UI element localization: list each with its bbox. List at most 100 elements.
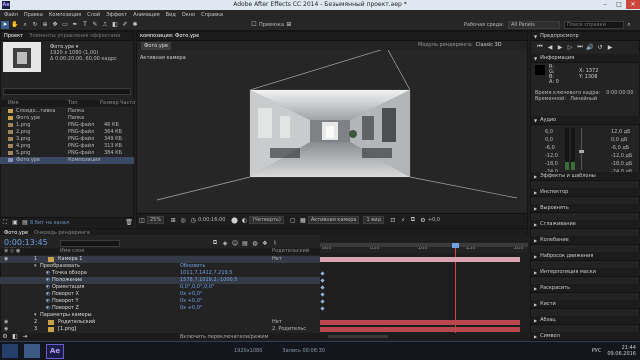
taskbar-item-record[interactable]: Запись 00:08:30 [282, 348, 325, 354]
menu-help[interactable]: Справка [201, 12, 223, 18]
timeline-layer-row[interactable]: ▾ Преобразовать Обновить [0, 263, 320, 270]
tab-project[interactable]: Проект [4, 33, 23, 39]
property-value[interactable]: 1011,7,1412,7,219,5 [180, 270, 232, 276]
safe-zones-icon[interactable]: ⊞ [169, 216, 177, 224]
panel-section[interactable]: ▶ Кисти [531, 300, 640, 309]
property-value[interactable]: 0x +0,0° [180, 298, 202, 304]
project-item[interactable]: 2.png PNG-файл 364 КБ [0, 129, 134, 136]
timeline-timecode[interactable]: 0:00:13:45 [4, 238, 48, 247]
timeline-layer-row[interactable]: ▾ ◷ Поворот Y 0x +0,0° [0, 298, 320, 305]
close-button[interactable]: ✕ [626, 0, 640, 9]
text-tool-icon[interactable]: T [81, 21, 89, 29]
property-value[interactable]: 1578,7,1019,2,-1000,5 [180, 277, 237, 283]
panel-section[interactable]: ▶ Символ [531, 332, 640, 341]
interpret-footage-icon[interactable]: ⛶ [1, 219, 9, 227]
menu-view[interactable]: Вид [166, 12, 176, 18]
ram-preview-icon[interactable]: ▶ [606, 43, 614, 51]
new-folder-icon[interactable]: ▣ [11, 219, 19, 227]
workspace-select[interactable]: All Panels [507, 20, 560, 29]
taskbar-item-resolution[interactable]: 1920x1080 [234, 348, 262, 354]
menu-window[interactable]: Окно [182, 12, 195, 18]
layer-color-swatch[interactable] [48, 257, 54, 262]
timeline-link-icon[interactable]: ⧉ [409, 216, 417, 224]
toggle-pixel-icon[interactable]: ⊡ [389, 216, 397, 224]
first-frame-icon[interactable]: ⏮ [536, 43, 544, 51]
help-search-input[interactable]: Поиск справки [563, 20, 624, 29]
panel-section[interactable]: ▶ Интерполяция маски [531, 268, 640, 277]
panel-section[interactable]: ▶ Колебание [531, 236, 640, 245]
project-search-input[interactable] [3, 88, 131, 95]
property-value[interactable]: 0,0°,0,0°,0,0° [180, 284, 215, 290]
fast-preview-icon[interactable]: ⚡ [399, 216, 407, 224]
audio-slider-handle[interactable] [579, 150, 584, 153]
preview-panel-header[interactable]: ▼ Предпросмотр [531, 32, 640, 41]
draft-3d-icon[interactable]: ◈ [221, 239, 229, 247]
transparency-grid-icon[interactable]: ▦ [299, 216, 307, 224]
tab-effect-controls[interactable]: Элементы управления эффектами [29, 33, 121, 39]
maximize-button[interactable]: □ [612, 0, 626, 9]
panel-section[interactable]: ▶ Сглаживание [531, 220, 640, 229]
resolution-select[interactable]: (Четверть) [249, 216, 284, 224]
timeline-layer-row[interactable]: ◉ 3 [1.png] 2. Родительс [0, 326, 320, 333]
panel-section[interactable]: ▶ Набросок движения [531, 252, 640, 261]
panel-section[interactable]: ▶ Раскрасить [531, 284, 640, 293]
graph-editor-icon[interactable]: ⌇ [271, 239, 279, 247]
col-name[interactable]: Имя [8, 100, 19, 106]
pan-behind-tool-icon[interactable]: ✥ [51, 21, 59, 29]
comp-mini-flowchart-icon[interactable]: ⧉ [211, 239, 219, 247]
last-frame-icon[interactable]: ⏭ [576, 43, 584, 51]
layer-bar[interactable] [320, 320, 520, 325]
timeline-search-input[interactable] [60, 240, 120, 247]
layer-color-swatch[interactable] [48, 327, 54, 332]
motion-blur-icon[interactable]: ◍ [251, 239, 259, 247]
twirl-arrow-icon[interactable]: ▾ [34, 263, 37, 269]
stopwatch-icon[interactable]: ◷ [46, 305, 50, 311]
clock[interactable]: 21:44 09.06.2016 [607, 345, 636, 357]
taskbar-ae-icon[interactable]: Ae [46, 343, 64, 359]
timeline-layer-row[interactable]: ▾ Параметры камеры [0, 312, 320, 319]
timeline-layer-row[interactable]: ▾ ◷ Положение 1578,7,1019,2,-1000,5 [0, 277, 320, 284]
timeline-layer-row[interactable]: ▾ ◷ Поворот X 0x +0,0° [0, 291, 320, 298]
menu-edit[interactable]: Правка [24, 12, 43, 18]
project-item[interactable]: 3.png PNG-файл 349 КБ [0, 136, 134, 143]
panel-section[interactable]: ▶ Выровнять [531, 204, 640, 213]
always-preview-icon[interactable]: ◫ [138, 216, 146, 224]
flowchart-icon[interactable]: ⚙ [419, 216, 427, 224]
play-icon[interactable]: ▶ [556, 43, 564, 51]
selection-tool-icon[interactable]: ➤ [1, 20, 9, 29]
renderer-value[interactable]: Classic 3D [476, 42, 502, 48]
col-type[interactable]: Тип [68, 100, 78, 106]
menu-composition[interactable]: Композиция [49, 12, 81, 18]
tab-comp-foto[interactable]: Фото.урe [141, 42, 172, 50]
start-button[interactable] [2, 344, 18, 358]
project-item[interactable]: Фото.урe Композиция [0, 157, 134, 164]
help-search-icon[interactable]: ⌕ [625, 21, 633, 29]
puppet-tool-icon[interactable]: ✱ [131, 21, 139, 29]
rectangle-tool-icon[interactable]: ▭ [61, 21, 69, 29]
panel-section[interactable]: ▶ Абзац [531, 316, 640, 325]
snap-checkbox[interactable]: ☐ [250, 21, 258, 29]
camera-view-select[interactable]: Активная камера [307, 216, 360, 224]
layer-switches-icon[interactable]: ⚙ [1, 333, 9, 341]
twirl-arrow-icon[interactable]: ▾ [34, 312, 37, 318]
menu-file[interactable]: Файл [4, 12, 18, 18]
new-comp-icon[interactable]: ▤ [21, 219, 29, 227]
audio-slider-track[interactable] [581, 128, 582, 170]
stopwatch-icon[interactable]: ◷ [46, 291, 50, 297]
next-frame-icon[interactable]: ▷ [566, 43, 574, 51]
audio-panel-header[interactable]: ▼ Аудио [531, 116, 640, 125]
transfer-controls-icon[interactable]: ◧ [11, 333, 19, 341]
exposure-value[interactable]: +0,0 [428, 217, 440, 223]
layer-bar[interactable] [320, 327, 520, 332]
eraser-tool-icon[interactable]: ◧ [111, 21, 119, 29]
timeline-layer-row[interactable]: ◉ 2 Родительский Нет [0, 319, 320, 326]
panel-section[interactable]: ▶ Инспектор [531, 188, 640, 197]
menu-effect[interactable]: Эффект [106, 12, 127, 18]
property-value[interactable]: 0x +0,0° [180, 291, 202, 297]
parent-select[interactable]: 2. Родительс [272, 326, 306, 332]
visibility-eye-icon[interactable]: ◉ [4, 319, 8, 325]
project-item[interactable]: Фото.урe Папка [0, 115, 134, 122]
stopwatch-icon[interactable]: ◷ [46, 277, 50, 283]
property-value[interactable]: 0x +0,0° [180, 305, 202, 311]
prev-frame-icon[interactable]: ◀ [546, 43, 554, 51]
